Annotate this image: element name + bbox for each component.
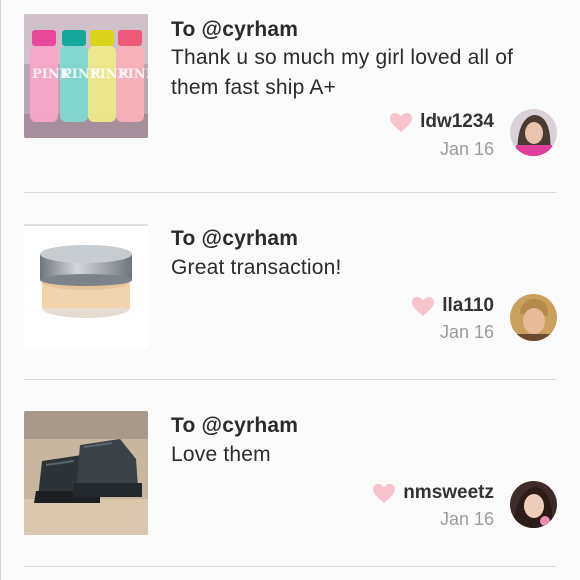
divider <box>24 379 556 380</box>
divider <box>24 192 556 193</box>
product-thumbnail[interactable] <box>24 224 148 348</box>
reviewer-username[interactable]: nmsweetz <box>403 482 494 504</box>
review-message: Thank u so much my girl loved all of the… <box>171 46 514 99</box>
reviewer-username[interactable]: ldw1234 <box>420 111 494 133</box>
review-date: Jan 16 <box>439 509 494 529</box>
review-date: Jan 16 <box>439 322 494 342</box>
divider <box>24 566 556 567</box>
reviewer: ldw1234 <box>389 111 494 133</box>
svg-text:PINK: PINK <box>118 67 148 82</box>
user-avatar[interactable] <box>510 481 557 528</box>
user-avatar[interactable] <box>510 294 557 341</box>
review-message: Great transaction! <box>171 256 342 279</box>
body-mist-bottles-photo: PINK PINK PINK PINK <box>24 14 148 138</box>
review-message: Love them <box>171 443 271 466</box>
review-recipient[interactable]: To @cyrham <box>171 227 298 251</box>
product-thumbnail[interactable] <box>24 411 148 535</box>
reviewer-username[interactable]: lla110 <box>442 295 494 317</box>
boots-photo <box>24 411 148 535</box>
user-avatar[interactable] <box>510 109 557 156</box>
heart-icon[interactable] <box>389 112 413 133</box>
product-thumbnail[interactable]: PINK PINK PINK PINK <box>24 14 148 138</box>
powder-jar-photo <box>24 224 148 348</box>
user-avatar-photo <box>510 294 557 341</box>
heart-icon[interactable] <box>372 483 396 504</box>
user-avatar-photo <box>510 481 557 528</box>
left-border <box>0 0 1 580</box>
reviewer: lla110 <box>411 295 494 317</box>
review-recipient[interactable]: To @cyrham <box>171 18 298 42</box>
review-date: Jan 16 <box>439 139 494 159</box>
reviewer: nmsweetz <box>372 482 494 504</box>
review-recipient[interactable]: To @cyrham <box>171 414 298 438</box>
heart-icon[interactable] <box>411 296 435 317</box>
user-avatar-photo <box>510 109 557 156</box>
